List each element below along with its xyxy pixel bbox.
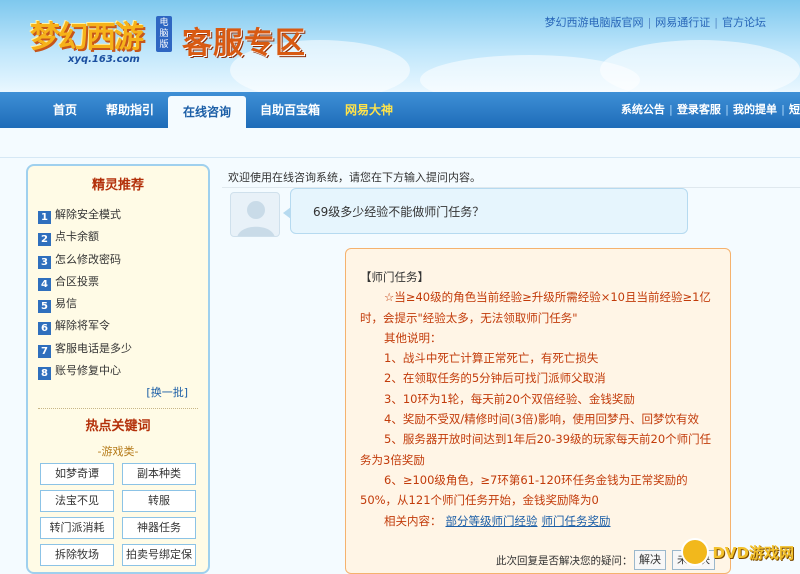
recommend-label: 账号修复中心 bbox=[55, 364, 121, 378]
logo-badge: 电脑版 bbox=[156, 16, 172, 52]
question-text: 69级多少经验不能做师门任务？ bbox=[313, 205, 485, 219]
sidebar: 精灵推荐 1 解除安全模式 2 点卡余额 3 怎么修改密码 4 合区投票 5 易信 6 解除… bbox=[26, 164, 210, 574]
nav-more[interactable]: 短 bbox=[789, 103, 800, 116]
game-logo[interactable]: 梦幻西游 xyq.163.com bbox=[30, 10, 175, 70]
nav-my-tickets[interactable]: 我的提单 bbox=[733, 103, 777, 116]
answer-point: 4、奖励不受双/精修时间(3倍)影响，使用回梦丹、回梦饮有效 bbox=[384, 412, 699, 427]
page-header: 梦幻西游 xyq.163.com 电脑版 客服专区 梦幻西游电脑版官网 | 网易通行… bbox=[0, 0, 800, 92]
recommend-label: 易信 bbox=[55, 297, 77, 311]
nav-help[interactable]: 帮助指引 bbox=[98, 92, 162, 128]
logo-text: 梦幻西游 bbox=[30, 20, 144, 55]
nav-netease-dashen[interactable]: 网易大神 bbox=[336, 92, 402, 128]
watermark-text: DVD游戏网 bbox=[712, 543, 794, 562]
nav-home[interactable]: 首页 bbox=[40, 92, 90, 128]
related-link[interactable]: 部分等级师门经验 bbox=[446, 514, 538, 528]
recommend-item[interactable]: 4 合区投票 bbox=[38, 271, 208, 293]
answer-note: 其他说明： bbox=[384, 330, 442, 345]
sub-bar bbox=[0, 128, 800, 158]
keyword-button[interactable]: 转门派消耗 bbox=[40, 517, 114, 540]
user-silhouette-icon bbox=[237, 201, 275, 236]
keyword-button[interactable]: 拍卖号绑定保 bbox=[122, 544, 196, 567]
item-number: 1 bbox=[38, 211, 51, 224]
recommend-item[interactable]: 5 易信 bbox=[38, 293, 208, 315]
recommend-label: 客服电话是多少 bbox=[55, 341, 132, 355]
keyword-grid: 如梦奇谭 副本种类 法宝不见 转服 转门派消耗 神器任务 拆除牧场 拍卖号绑定保 bbox=[28, 463, 208, 567]
item-number: 6 bbox=[38, 322, 51, 336]
resolve-question: 此次回复是否解决您的疑问： bbox=[496, 555, 633, 567]
recommend-title: 精灵推荐 bbox=[91, 178, 144, 193]
item-number: 3 bbox=[38, 255, 51, 269]
keyword-button[interactable]: 转服 bbox=[122, 490, 196, 513]
refresh-link[interactable]: [换一批] bbox=[28, 382, 208, 404]
answer-point: 2、在领取任务的5分钟后可找门派师父取消 bbox=[384, 371, 606, 386]
recommend-label: 怎么修改密码 bbox=[55, 252, 121, 266]
cloud-decoration bbox=[600, 40, 800, 92]
welcome-message: 欢迎使用在线咨询系统，请您在下方输入提问内容。 bbox=[228, 171, 481, 184]
question-bubble: 69级多少经验不能做师门任务？ bbox=[283, 188, 688, 234]
forum-link[interactable]: 官方论坛 bbox=[722, 16, 766, 29]
main-nav: 首页 帮助指引 在线咨询 自助百宝箱 网易大神 系统公告 | 登录客服 | 我的提单 | 短 bbox=[0, 92, 800, 128]
related-link[interactable]: 师门任务奖励 bbox=[542, 514, 611, 528]
official-site-link[interactable]: 梦幻西游电脑版官网 bbox=[545, 16, 644, 29]
recommend-list: 1 解除安全模式 2 点卡余额 3 怎么修改密码 4 合区投票 5 易信 6 解除将军令 7… bbox=[28, 204, 208, 382]
answer-title: 【师门任务】 bbox=[360, 270, 429, 284]
item-number: 7 bbox=[38, 344, 51, 358]
nav-online-consult[interactable]: 在线咨询 bbox=[168, 96, 246, 128]
item-number: 2 bbox=[38, 233, 51, 247]
answer-point: 6、≥100级角色，≥7环第61-120环任务金钱为正常奖励的50%，从121个… bbox=[360, 472, 688, 508]
passport-link[interactable]: 网易通行证 bbox=[655, 16, 710, 29]
answer-intro: ☆当≥40级的角色当前经验≥升级所需经验×10且当前经验≥1亿时，会提示"经验太… bbox=[360, 290, 711, 325]
nav-self-service[interactable]: 自助百宝箱 bbox=[252, 92, 328, 128]
answer-point: 3、10环为1轮，每天前20个双倍经验、金钱奖励 bbox=[384, 391, 635, 406]
recommend-item[interactable]: 7 客服电话是多少 bbox=[38, 338, 208, 360]
keyword-button[interactable]: 拆除牧场 bbox=[40, 544, 114, 567]
recommend-item[interactable]: 2 点卡余额 bbox=[38, 226, 208, 248]
answer-point: 5、服务器开放时间达到1年后20-39级的玩家每天前20个师门任务为3倍奖励 bbox=[360, 432, 712, 467]
user-avatar bbox=[230, 192, 280, 237]
recommend-item[interactable]: 1 解除安全模式 bbox=[38, 204, 208, 226]
keyword-category: -游戏类- bbox=[97, 445, 139, 459]
keyword-button[interactable]: 副本种类 bbox=[122, 463, 196, 486]
divider bbox=[38, 408, 198, 410]
top-links: 梦幻西游电脑版官网 | 网易通行证 | 官方论坛 bbox=[544, 16, 766, 29]
item-number: 4 bbox=[38, 277, 51, 291]
section-title: 客服专区 bbox=[182, 26, 306, 61]
keyword-button[interactable]: 法宝不见 bbox=[40, 490, 114, 513]
keyword-button[interactable]: 如梦奇谭 bbox=[40, 463, 114, 486]
nav-announcement[interactable]: 系统公告 bbox=[621, 103, 665, 116]
resolved-button[interactable]: 解决 bbox=[634, 550, 666, 570]
watermark: DVD游戏网 bbox=[681, 532, 794, 572]
keyword-button[interactable]: 神器任务 bbox=[122, 517, 196, 540]
related-label: 相关内容： bbox=[384, 513, 442, 528]
recommend-label: 点卡余额 bbox=[55, 230, 99, 244]
recommend-label: 解除安全模式 bbox=[55, 208, 121, 221]
watermark-logo-icon bbox=[681, 538, 710, 566]
answer-point: 1、战斗中死亡计算正常死亡，有死亡损失 bbox=[384, 351, 599, 366]
recommend-item[interactable]: 3 怎么修改密码 bbox=[38, 249, 208, 271]
recommend-label: 解除将军令 bbox=[55, 319, 110, 333]
item-number: 8 bbox=[38, 367, 51, 381]
recommend-item[interactable]: 8 账号修复中心 bbox=[38, 360, 208, 382]
answer-box: 【师门任务】 ☆当≥40级的角色当前经验≥升级所需经验×10且当前经验≥1亿时，… bbox=[345, 248, 731, 574]
item-number: 5 bbox=[38, 300, 51, 314]
logo-url: xyq.163.com bbox=[68, 54, 140, 65]
hot-keywords-title: 热点关键词 bbox=[85, 419, 151, 435]
related-content: 相关内容： 部分等级师门经验 师门任务奖励 bbox=[360, 511, 720, 531]
nav-login-service[interactable]: 登录客服 bbox=[677, 103, 721, 116]
recommend-item[interactable]: 6 解除将军令 bbox=[38, 315, 208, 337]
nav-right-links: 系统公告 | 登录客服 | 我的提单 | 短 bbox=[620, 103, 800, 116]
recommend-label: 合区投票 bbox=[55, 274, 99, 288]
